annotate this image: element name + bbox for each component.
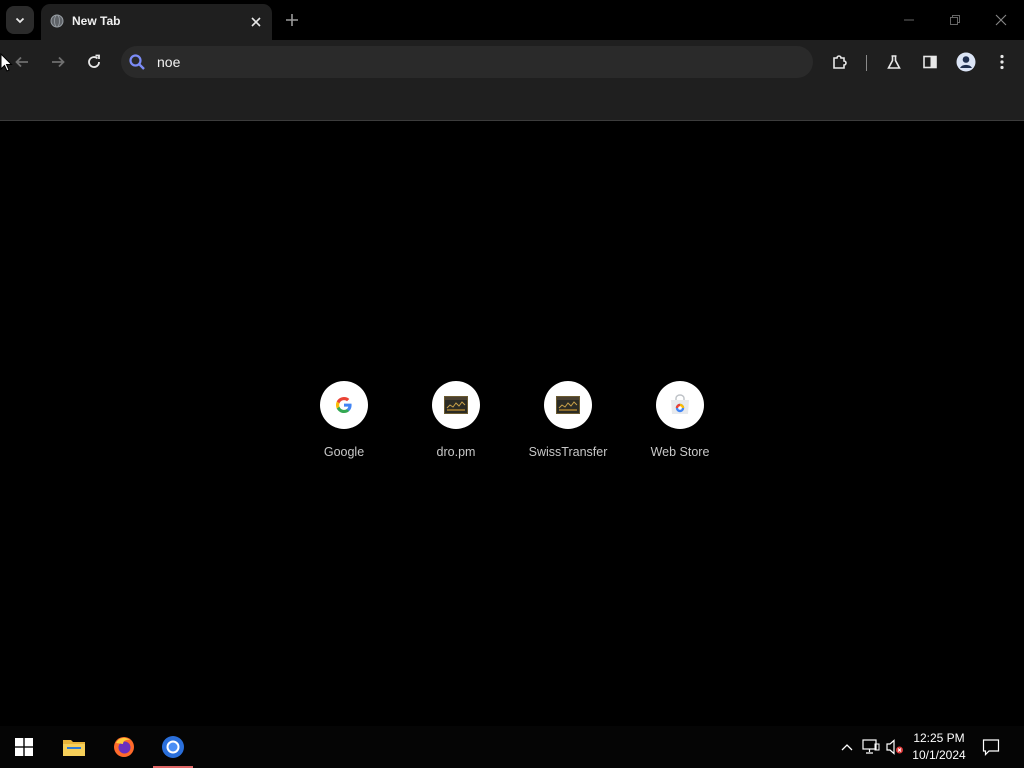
shortcut-swisstransfer[interactable]: SwissTransfer	[512, 381, 624, 471]
shortcut-icon	[432, 381, 480, 429]
shortcut-web-store[interactable]: Web Store	[624, 381, 736, 471]
minimize-icon	[904, 19, 914, 21]
file-explorer-button[interactable]	[50, 726, 98, 768]
tab-search-button[interactable]	[6, 6, 34, 34]
minimize-button[interactable]	[897, 8, 921, 32]
volume-button[interactable]	[886, 738, 904, 756]
tab-title: New Tab	[72, 14, 121, 28]
shortcut-google[interactable]: Google	[288, 381, 400, 471]
flask-icon	[887, 55, 901, 69]
taskbar: 12:25 PM 10/1/2024	[0, 726, 1024, 768]
side-panel-button[interactable]	[916, 48, 944, 76]
close-icon	[995, 14, 1007, 26]
menu-button[interactable]	[988, 48, 1016, 76]
kebab-menu-icon	[1000, 54, 1004, 70]
extensions-button[interactable]	[826, 48, 854, 76]
shortcut-label: SwissTransfer	[528, 445, 608, 459]
restore-icon	[950, 15, 960, 25]
chevron-up-icon	[841, 744, 853, 751]
taskbar-clock[interactable]: 12:25 PM 10/1/2024	[908, 730, 970, 764]
chrome-button[interactable]	[149, 726, 197, 768]
site-thumbnail-icon	[444, 396, 468, 414]
tab-new-tab[interactable]: New Tab	[41, 4, 272, 40]
google-g-icon	[336, 397, 352, 413]
bookmarks-bar	[0, 85, 1024, 121]
address-bar-text[interactable]: noe	[157, 54, 180, 70]
file-explorer-icon	[63, 740, 85, 756]
avatar-icon	[956, 52, 976, 72]
side-panel-icon	[923, 55, 937, 69]
shortcut-icon	[320, 381, 368, 429]
tab-close-button[interactable]	[246, 12, 266, 32]
shortcut-dro-pm[interactable]: dro.pm	[400, 381, 512, 471]
shortcut-icon	[544, 381, 592, 429]
network-button[interactable]	[862, 738, 880, 756]
arrow-right-icon	[52, 56, 65, 68]
new-tab-page: Google dro.pm SwissTransfer Web Store	[0, 121, 1024, 718]
site-thumbnail-icon	[556, 396, 580, 414]
labs-button[interactable]	[880, 48, 908, 76]
notification-icon	[982, 739, 1000, 756]
shortcut-icon	[656, 381, 704, 429]
globe-icon	[50, 14, 64, 28]
web-store-icon	[671, 394, 689, 414]
show-hidden-icons-button[interactable]	[838, 738, 856, 756]
chrome-icon	[162, 736, 184, 758]
new-tab-button[interactable]	[280, 8, 304, 32]
network-icon	[862, 739, 880, 754]
shortcut-label: dro.pm	[436, 445, 476, 459]
start-icon	[15, 738, 33, 756]
puzzle-piece-icon	[833, 55, 847, 69]
firefox-button[interactable]	[100, 726, 148, 768]
firefox-icon	[114, 737, 134, 757]
shortcut-label: Google	[323, 445, 365, 459]
volume-muted-icon	[886, 739, 903, 755]
reload-button[interactable]	[80, 48, 108, 76]
action-center-button[interactable]	[982, 738, 1000, 756]
toolbar-divider	[866, 55, 867, 71]
close-window-button[interactable]	[989, 8, 1013, 32]
mouse-cursor-icon	[0, 53, 13, 72]
clock-date: 10/1/2024	[912, 748, 966, 762]
address-bar[interactable]: noe	[121, 46, 813, 78]
restore-button[interactable]	[943, 8, 967, 32]
reload-icon	[88, 54, 100, 68]
browser-toolbar: noe	[0, 40, 1024, 85]
plus-icon	[286, 14, 298, 26]
forward-button[interactable]	[44, 48, 72, 76]
arrow-left-icon	[15, 56, 28, 68]
title-bar: New Tab	[0, 0, 1024, 40]
shortcut-label: Web Store	[650, 445, 710, 459]
search-icon	[129, 54, 145, 70]
chevron-down-icon	[15, 17, 25, 24]
clock-time: 12:25 PM	[913, 731, 965, 745]
close-icon	[251, 17, 261, 27]
profile-button[interactable]	[952, 48, 980, 76]
start-button[interactable]	[0, 726, 48, 768]
